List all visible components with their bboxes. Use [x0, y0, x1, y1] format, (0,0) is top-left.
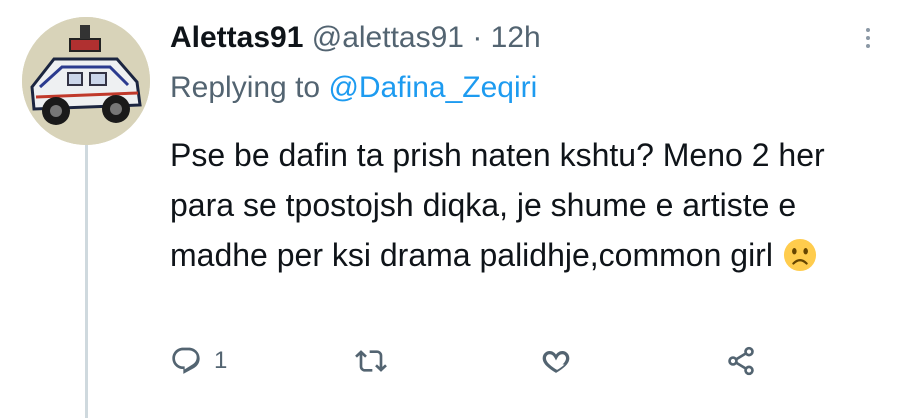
- like-button[interactable]: [540, 345, 572, 377]
- avatar-drawing: [22, 17, 150, 145]
- like-icon: [542, 351, 570, 373]
- action-bar: 1: [170, 345, 790, 385]
- reply-icon: [172, 347, 200, 374]
- avatar[interactable]: [22, 17, 150, 145]
- sad-face-emoji: [783, 236, 817, 272]
- display-name[interactable]: Alettas91: [170, 21, 303, 54]
- share-icon: [728, 346, 754, 376]
- reply-count: 1: [214, 347, 228, 374]
- retweet-icon: [355, 350, 387, 372]
- tweet-body: Pse be dafin ta prish naten kshtu? Meno …: [170, 137, 825, 273]
- reply-button[interactable]: 1: [170, 345, 227, 377]
- replying-to: Replying to @Dafina_Zeqiri: [170, 70, 537, 106]
- more-options-icon[interactable]: [856, 20, 880, 56]
- replying-prefix: Replying to: [170, 71, 321, 104]
- mention-link[interactable]: @Dafina_Zeqiri: [328, 71, 537, 104]
- retweet-button[interactable]: [355, 345, 387, 377]
- tweet-header: Alettas91 @alettas91 · 12h: [170, 20, 541, 56]
- separator-dot: ·: [472, 21, 483, 54]
- tweet-text: Pse be dafin ta prish naten kshtu? Meno …: [170, 130, 870, 280]
- user-handle[interactable]: @alettas91: [312, 21, 464, 54]
- share-button[interactable]: [725, 345, 757, 377]
- timestamp[interactable]: 12h: [491, 21, 541, 54]
- thread-line: [85, 128, 88, 418]
